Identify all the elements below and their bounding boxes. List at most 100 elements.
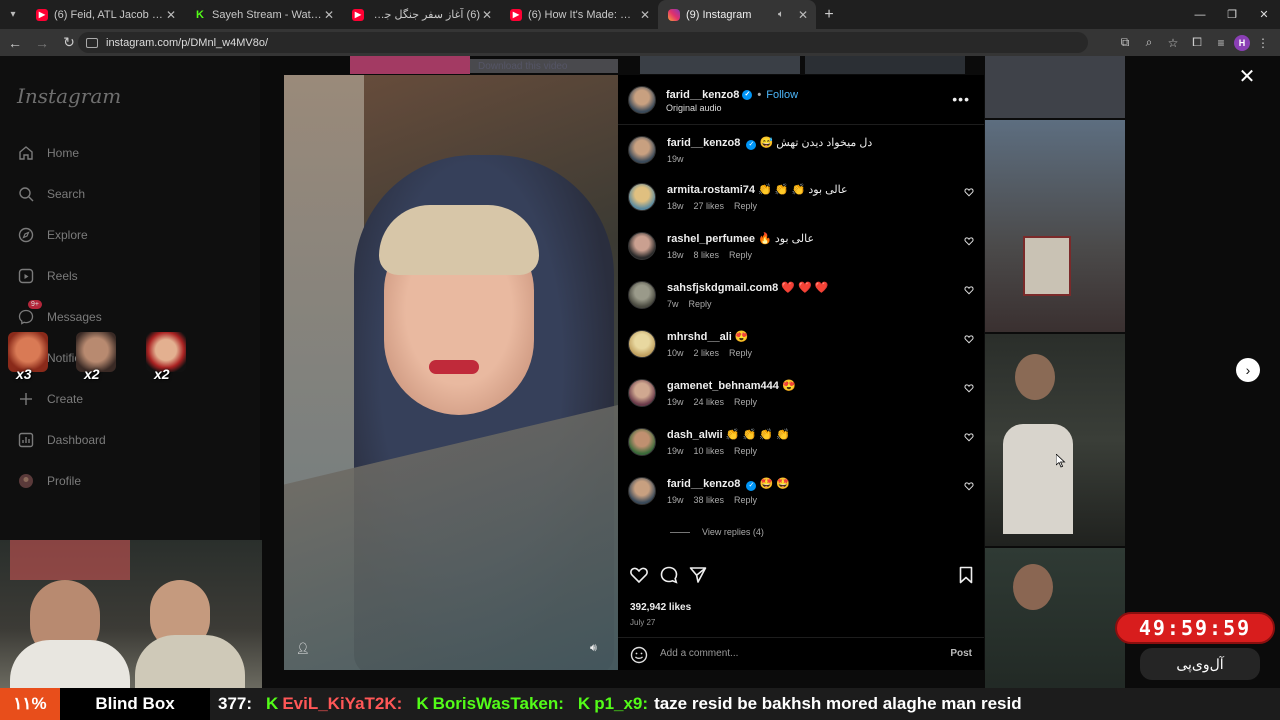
post-video[interactable]: 👤︎ 🔊︎ [284, 75, 618, 670]
instagram-logo[interactable]: Instagram [17, 84, 121, 108]
reply-button[interactable]: Reply [734, 397, 757, 407]
comment-username[interactable]: gamenet_behnam444 [667, 380, 779, 392]
comment-username[interactable]: dash_alwii [667, 429, 723, 441]
reply-button[interactable]: Reply [729, 348, 752, 358]
commenter-avatar[interactable] [628, 428, 656, 456]
tab-0[interactable]: ▶ (6) Feid, ATL Jacob - LUNA (Offi ✕ [26, 0, 184, 29]
download-video-banner[interactable]: Download this video [470, 59, 618, 73]
address-bar[interactable]: instagram.com/p/DMnl_w4MV8o/ [78, 32, 1088, 53]
reply-button[interactable]: Reply [729, 250, 752, 260]
restore-icon[interactable]: ❐ [1216, 0, 1248, 29]
likes-count[interactable]: 392,942 likes [630, 602, 691, 613]
nav-create[interactable]: Create [18, 389, 83, 409]
close-tab-icon[interactable]: ✕ [164, 8, 178, 22]
youtube-favicon-icon: ▶ [352, 8, 364, 21]
close-window-icon[interactable]: ✕ [1248, 0, 1280, 29]
nav-label: Reels [47, 269, 78, 283]
ticker-user: EviL_KiYaT2K: [282, 694, 403, 713]
nav-messages[interactable]: Messages 9+ [18, 300, 102, 327]
tab-bar: ▾ ▶ (6) Feid, ATL Jacob - LUNA (Offi ✕ K… [0, 0, 1280, 29]
comment-likes[interactable]: 38 likes [694, 495, 725, 505]
reply-button[interactable]: Reply [734, 201, 757, 211]
volume-icon[interactable]: 🔊︎ [590, 642, 606, 658]
media-controls-icon[interactable]: ≡ [1210, 32, 1232, 54]
profile-avatar[interactable]: H [1234, 34, 1250, 51]
like-comment-heart-icon[interactable] [964, 432, 974, 442]
comment-username[interactable]: mhrshd__ali [667, 331, 732, 343]
commenter-avatar[interactable] [628, 232, 656, 260]
comment-likes[interactable]: 2 likes [694, 348, 720, 358]
commenter-avatar[interactable] [628, 281, 656, 309]
comment-username[interactable]: farid__kenzo8 [667, 478, 740, 490]
comment-likes[interactable]: 27 likes [694, 201, 725, 211]
nav-dashboard[interactable]: Dashboard [18, 430, 106, 450]
author-username[interactable]: farid__kenzo8 [666, 89, 739, 101]
tab-search-icon[interactable]: ▾ [0, 0, 26, 29]
tab-title: (9) Instagram [686, 8, 752, 21]
follow-button[interactable]: Follow [766, 89, 798, 101]
tab-1[interactable]: K Sayeh Stream - Watch Live on Ki ✕ [184, 0, 342, 29]
toolbar: ← → ↻ instagram.com/p/DMnl_w4MV8o/ ⧉ ⌕ ☆… [0, 29, 1280, 56]
close-tab-icon[interactable]: ✕ [322, 8, 336, 22]
view-replies-button[interactable]: View replies (4) [670, 527, 764, 537]
like-comment-heart-icon[interactable] [964, 383, 974, 393]
nav-home[interactable]: Home [18, 143, 79, 163]
bookmark-star-icon[interactable]: ☆ [1162, 32, 1184, 54]
close-modal-icon[interactable]: ✕ [1238, 67, 1256, 87]
commenter-avatar[interactable] [628, 136, 656, 164]
save-bookmark-icon[interactable] [956, 565, 976, 585]
post-comment-button[interactable]: Post [950, 648, 972, 659]
comment-username[interactable]: rashel_perfumee [667, 233, 755, 245]
like-comment-heart-icon[interactable] [964, 285, 974, 295]
comment-username[interactable]: sahsfjskdgmail.com8 [667, 282, 778, 294]
commenter-avatar[interactable] [628, 379, 656, 407]
comment-likes[interactable]: 10 likes [694, 446, 725, 456]
forward-icon[interactable]: → [30, 29, 54, 56]
more-options-icon[interactable]: ••• [952, 91, 970, 107]
comment-username[interactable]: farid__kenzo8 [667, 137, 740, 149]
zoom-icon[interactable]: ⌕ [1138, 32, 1160, 54]
nav-reels[interactable]: Reels [18, 266, 78, 286]
tab-4-active[interactable]: (9) Instagram 🔈︎ ✕ [658, 0, 816, 29]
reply-button[interactable]: Reply [734, 495, 757, 505]
reply-button[interactable]: Reply [689, 299, 712, 309]
tag-user-icon[interactable]: 👤︎ [296, 642, 312, 658]
comment-likes[interactable]: 8 likes [694, 250, 720, 260]
comment-time: 7w [667, 299, 679, 309]
reply-button[interactable]: Reply [734, 446, 757, 456]
new-tab-icon[interactable]: + [816, 6, 842, 24]
comment-likes[interactable]: 24 likes [694, 397, 725, 407]
commenter-avatar[interactable] [628, 330, 656, 358]
speaker-icon[interactable]: 🔈︎ [778, 9, 792, 20]
author-avatar[interactable] [628, 86, 656, 114]
like-comment-heart-icon[interactable] [964, 187, 974, 197]
comment-username[interactable]: armita.rostami74 [667, 184, 755, 196]
install-app-icon[interactable]: ⧉ [1114, 32, 1136, 54]
emoji-picker-icon[interactable] [630, 646, 648, 664]
back-icon[interactable]: ← [3, 29, 27, 56]
audio-label[interactable]: Original audio [666, 103, 722, 113]
close-tab-icon[interactable]: ✕ [796, 8, 810, 22]
commenter-avatar[interactable] [628, 183, 656, 211]
next-post-chevron-icon[interactable]: › [1236, 358, 1260, 382]
comment-icon[interactable] [659, 565, 679, 585]
close-tab-icon[interactable]: ✕ [638, 8, 652, 22]
comment-emoji: 👏 👏 👏 👏 [725, 429, 790, 441]
like-comment-heart-icon[interactable] [964, 481, 974, 491]
close-tab-icon[interactable]: ✕ [480, 8, 494, 22]
nav-search[interactable]: Search [18, 184, 85, 204]
nav-explore[interactable]: Explore [18, 225, 88, 245]
commenter-avatar[interactable] [628, 477, 656, 505]
minimize-icon[interactable]: — [1184, 0, 1216, 29]
nav-profile[interactable]: Profile [18, 471, 81, 491]
extensions-icon[interactable]: ⧠ [1186, 32, 1208, 54]
site-info-icon[interactable] [86, 37, 98, 48]
like-comment-heart-icon[interactable] [964, 334, 974, 344]
tab-3[interactable]: ▶ (6) How It's Made: Nutcrackers ✕ [500, 0, 658, 29]
tab-2[interactable]: ▶ (6) آغاز سفر جنگل جن زده - حمله ✕ [342, 0, 500, 29]
share-icon[interactable] [688, 565, 708, 585]
like-heart-icon[interactable] [629, 565, 649, 585]
menu-icon[interactable]: ⋮ [1252, 32, 1274, 54]
like-comment-heart-icon[interactable] [964, 236, 974, 246]
comment-input[interactable]: Add a comment... [660, 648, 738, 659]
